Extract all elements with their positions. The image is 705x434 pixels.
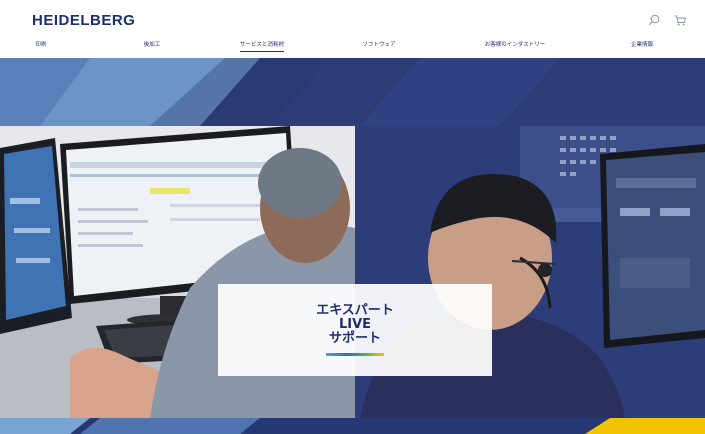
nav-item-software[interactable]: ソフトウェア [362,40,395,51]
nav-item-industries[interactable]: お客様のインダストリー [485,40,546,51]
promo-title-line-3: サポート [328,331,381,346]
nav-item-printing[interactable]: 印刷 [35,40,46,51]
main-navigation: 印刷 後加工 サービスと消耗材 ソフトウェア お客様のインダストリー 企業情報 [0,40,705,56]
heidelberg-logo[interactable]: HEIDELBERG [32,12,135,29]
promo-title-line-1: エキスパート [316,303,394,318]
cart-icon[interactable] [673,13,687,27]
nav-item-postpress[interactable]: 後加工 [144,40,161,51]
expert-live-support-card[interactable]: エキスパート LIVE サポート [218,284,492,376]
nav-item-services-consumables[interactable]: サービスと消耗材 [239,40,285,52]
header-utilities [647,13,687,27]
hero-photo-support-operators [0,58,705,434]
site-header: HEIDELBERG 印刷 後加工 サービスと消耗材 ソフトウェア お客様のイン… [0,0,705,58]
promo-accent-bar [326,353,384,356]
search-icon[interactable] [647,13,661,27]
hero-banner: エキスパート LIVE サポート [0,58,705,434]
promo-title-line-2: LIVE [338,317,372,332]
nav-item-company[interactable]: 企業情報 [631,40,653,51]
